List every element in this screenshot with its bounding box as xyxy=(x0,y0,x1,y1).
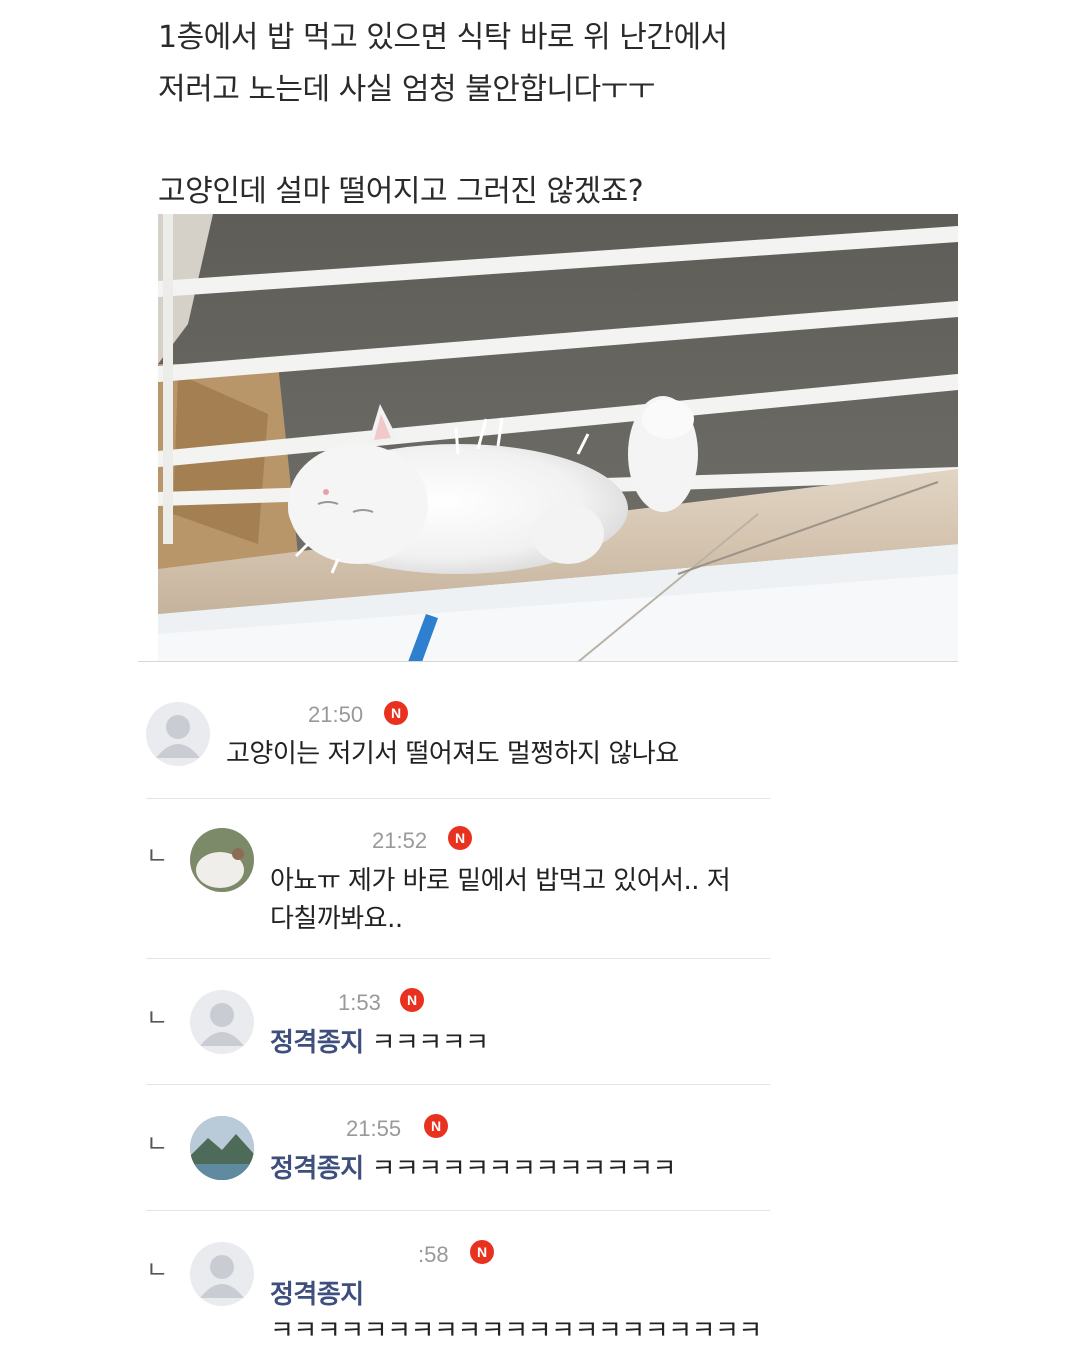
comment-divider xyxy=(146,798,770,799)
comment-time: :58 xyxy=(418,1242,449,1267)
new-badge-icon: N xyxy=(424,1114,448,1138)
comment-divider xyxy=(146,1084,770,1085)
comment-text: 다칠까봐요.. xyxy=(270,904,403,934)
mention-username[interactable]: 정격종지 xyxy=(270,1028,364,1058)
cat-photo-illustration xyxy=(158,214,958,662)
comment-time: 21:50 xyxy=(308,702,364,727)
comment-body: ㅋㅋㅋㅋㅋㅋㅋㅋㅋㅋㅋㅋㅋ xyxy=(371,1154,676,1184)
photo-divider xyxy=(138,661,958,662)
comment-time: 1:53 xyxy=(338,990,381,1015)
mention-username[interactable]: 정격종지 xyxy=(270,1274,364,1311)
comment-body: ㅋㅋㅋㅋㅋ xyxy=(371,1028,489,1058)
comment-divider xyxy=(146,1210,770,1211)
comment-time: 21:55 xyxy=(346,1116,402,1141)
post-body: 1층에서 밥 먹고 있으면 식탁 바로 위 난간에서 저러고 노는데 사실 엄청… xyxy=(158,12,958,218)
comment-divider xyxy=(146,958,770,959)
avatar[interactable] xyxy=(190,1242,254,1306)
post-line: 저러고 노는데 사실 엄청 불안합니다ㅜㅜ xyxy=(158,72,655,107)
person-silhouette-icon xyxy=(200,1003,244,1046)
comment-text: 아뇨ㅠ 제가 바로 밑에서 밥먹고 있어서.. 저 xyxy=(270,866,731,896)
new-badge-icon: N xyxy=(384,701,408,725)
person-silhouette-icon xyxy=(156,715,200,758)
reply-indicator: ㄴ xyxy=(146,1256,169,1284)
post-line: 고양인데 설마 떨어지고 그러진 않겠죠? xyxy=(158,174,644,209)
reply-indicator: ㄴ xyxy=(146,1130,169,1158)
avatar[interactable] xyxy=(146,702,210,766)
avatar[interactable] xyxy=(190,828,254,892)
comment-time: 21:52 xyxy=(372,828,428,853)
comment-body: ㅋㅋㅋㅋㅋㅋㅋㅋㅋㅋㅋㅋㅋㅋㅋㅋㅋㅋㅋㅋㅋ xyxy=(270,1316,762,1346)
new-badge-icon: N xyxy=(448,826,472,850)
avatar[interactable] xyxy=(190,990,254,1054)
avatar[interactable] xyxy=(190,1116,254,1180)
reply-indicator: ㄴ xyxy=(146,1004,169,1032)
profile-photo-icon xyxy=(190,1116,254,1180)
comment-text: 고양이는 저기서 떨어져도 멀쩡하지 않나요 xyxy=(226,739,679,769)
comment-text: 정격종지 ㅋㅋㅋㅋㅋㅋㅋㅋㅋㅋㅋㅋㅋ xyxy=(270,1148,676,1185)
comment-text: 정격종지 ㅋㅋㅋㅋㅋ xyxy=(270,1022,489,1059)
profile-photo-icon xyxy=(190,828,254,892)
mention-username[interactable]: 정격종지 xyxy=(270,1154,364,1184)
person-silhouette-icon xyxy=(200,1255,244,1298)
new-badge-icon: N xyxy=(400,988,424,1012)
new-badge-icon: N xyxy=(470,1240,494,1264)
reply-indicator: ㄴ xyxy=(146,842,169,870)
post-line: 1층에서 밥 먹고 있으면 식탁 바로 위 난간에서 xyxy=(158,20,728,55)
post-photo-cat[interactable] xyxy=(158,214,958,662)
